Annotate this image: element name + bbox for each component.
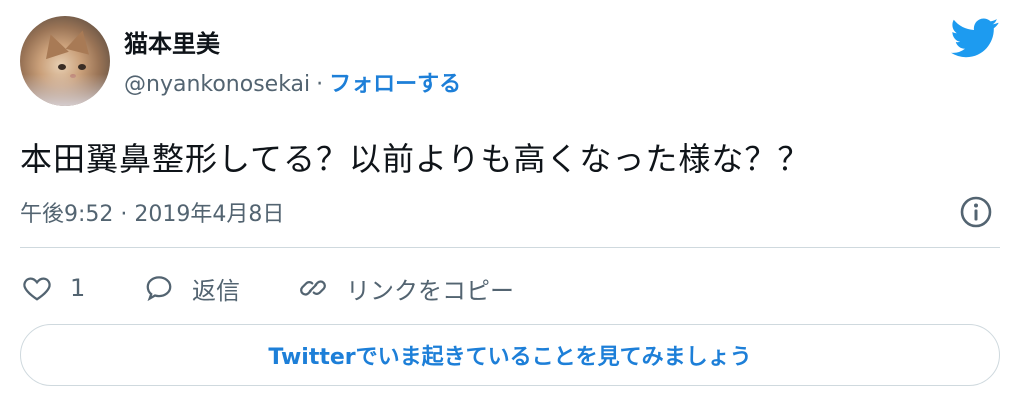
- twitter-bird-icon[interactable]: [950, 18, 1000, 58]
- avatar-cat-eye-left: [58, 64, 66, 70]
- reply-button[interactable]: 返信: [144, 270, 240, 306]
- author-handle-row: @nyankonosekai · フォローする: [124, 66, 461, 98]
- heart-icon: [23, 277, 51, 301]
- avatar-cat-ear-left: [39, 30, 69, 60]
- copy-link-label: リンクをコピー: [346, 276, 514, 305]
- speech-bubble-icon: [146, 276, 172, 302]
- info-icon[interactable]: [958, 194, 994, 230]
- avatar-shade: [20, 74, 110, 106]
- embedded-tweet-card: 猫本里美 @nyankonosekai · フォローする 本田翼鼻整形してる？以前よ…: [0, 0, 1024, 408]
- explore-twitter-button[interactable]: Twitterでいま起きていることを見てみましょう: [20, 324, 1000, 386]
- like-count: 1: [70, 274, 86, 302]
- author-handle[interactable]: @nyankonosekai: [124, 72, 310, 97]
- tweet-timestamp[interactable]: 午後9:52 · 2019年4月8日: [20, 196, 284, 228]
- separator-dot: ·: [316, 72, 324, 97]
- tweet-text: 本田翼鼻整形してる？以前よりも高くなった様な？？: [20, 140, 811, 178]
- avatar-cat-eye-right: [78, 64, 86, 70]
- link-icon: [300, 280, 326, 296]
- copy-link-button[interactable]: リンクをコピー: [298, 270, 514, 306]
- author-display-name[interactable]: 猫本里美: [124, 24, 220, 59]
- like-button[interactable]: 1: [22, 270, 85, 306]
- reply-label: 返信: [192, 276, 240, 305]
- avatar[interactable]: [20, 16, 110, 106]
- divider: [20, 247, 1000, 248]
- follow-link[interactable]: フォローする: [329, 72, 461, 97]
- avatar-cat-ear-right: [65, 27, 95, 55]
